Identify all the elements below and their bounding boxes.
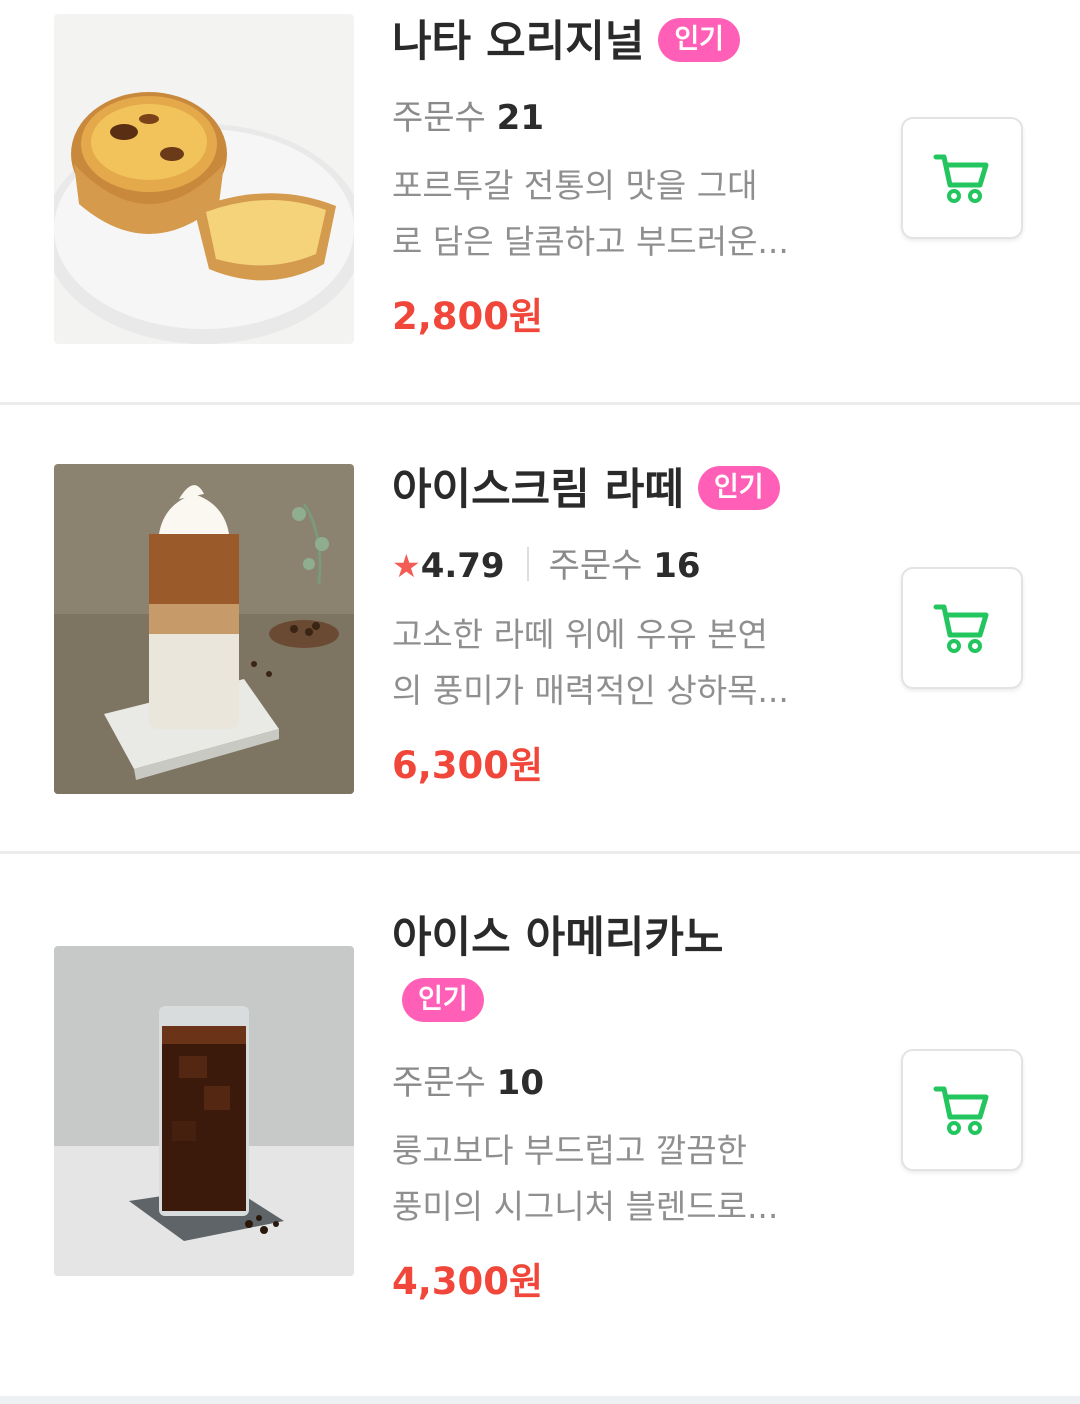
item-description: 고소한 라떼 위에 우유 본연 의 풍미가 매력적인 상하목... [392, 607, 852, 719]
shopping-cart-icon [933, 604, 989, 653]
shopping-cart-icon [933, 154, 989, 203]
order-count-value: 16 [653, 546, 701, 586]
product-image-egg-tart[interactable] [54, 14, 354, 344]
rating-and-orders: ★4.79 주문수 16 [392, 544, 701, 588]
shopping-cart-icon [933, 1086, 989, 1135]
popular-badge: 인기 [658, 18, 741, 62]
description-line: 풍미의 시그니처 블렌드로... [392, 1187, 779, 1226]
item-name-text: 아이스 아메리카노 [392, 913, 724, 963]
order-count-value: 21 [496, 98, 544, 138]
item-divider [0, 402, 1080, 405]
order-count-value: 10 [496, 1063, 544, 1103]
ice-cream-latte-image [54, 464, 354, 794]
order-count-label: 주문수 [392, 98, 486, 138]
item-price: 2,800원 [392, 295, 544, 338]
order-count-label: 주문수 [548, 546, 643, 586]
description-line: 룽고보다 부드럽고 깔끔한 [392, 1131, 747, 1170]
item-divider [0, 851, 1080, 854]
rating-value: 4.79 [420, 546, 505, 586]
popular-badge: 인기 [402, 978, 484, 1022]
item-name-text: 아이스크림 라떼 [392, 465, 684, 515]
item-name: 나타 오리지널 인기 [392, 14, 741, 70]
item-description: 룽고보다 부드럽고 깔끔한 풍미의 시그니처 블렌드로... [392, 1123, 852, 1235]
item-name: 아이스크림 라떼 인기 [392, 462, 780, 518]
item-price: 6,300원 [392, 744, 544, 787]
product-image-iced-americano[interactable] [54, 946, 354, 1276]
order-count: 주문수 10 [392, 1061, 544, 1105]
add-to-cart-button[interactable] [901, 1049, 1023, 1171]
item-name-text: 나타 오리지널 [392, 17, 645, 67]
egg-tart-image [54, 14, 354, 344]
order-count-label: 주문수 [392, 1063, 486, 1103]
meta-separator [526, 547, 529, 581]
add-to-cart-button[interactable] [901, 567, 1023, 689]
star-icon: ★ [392, 547, 421, 585]
item-description: 포르투갈 전통의 맛을 그대 로 담은 달콤하고 부드러운... [392, 158, 852, 270]
item-price: 4,300원 [392, 1260, 544, 1303]
product-image-ice-cream-latte[interactable] [54, 464, 354, 794]
description-line: 의 풍미가 매력적인 상하목... [392, 671, 789, 710]
add-to-cart-button[interactable] [901, 117, 1023, 239]
description-line: 로 담은 달콤하고 부드러운... [392, 222, 789, 261]
bottom-edge-bar [0, 1396, 1080, 1404]
description-line: 고소한 라떼 위에 우유 본연 [392, 615, 768, 654]
popular-badge: 인기 [697, 466, 780, 510]
item-name: 아이스 아메리카노 [392, 910, 723, 966]
iced-americano-image [54, 946, 354, 1276]
description-line: 포르투갈 전통의 맛을 그대 [392, 166, 758, 205]
order-count: 주문수 21 [392, 96, 544, 140]
